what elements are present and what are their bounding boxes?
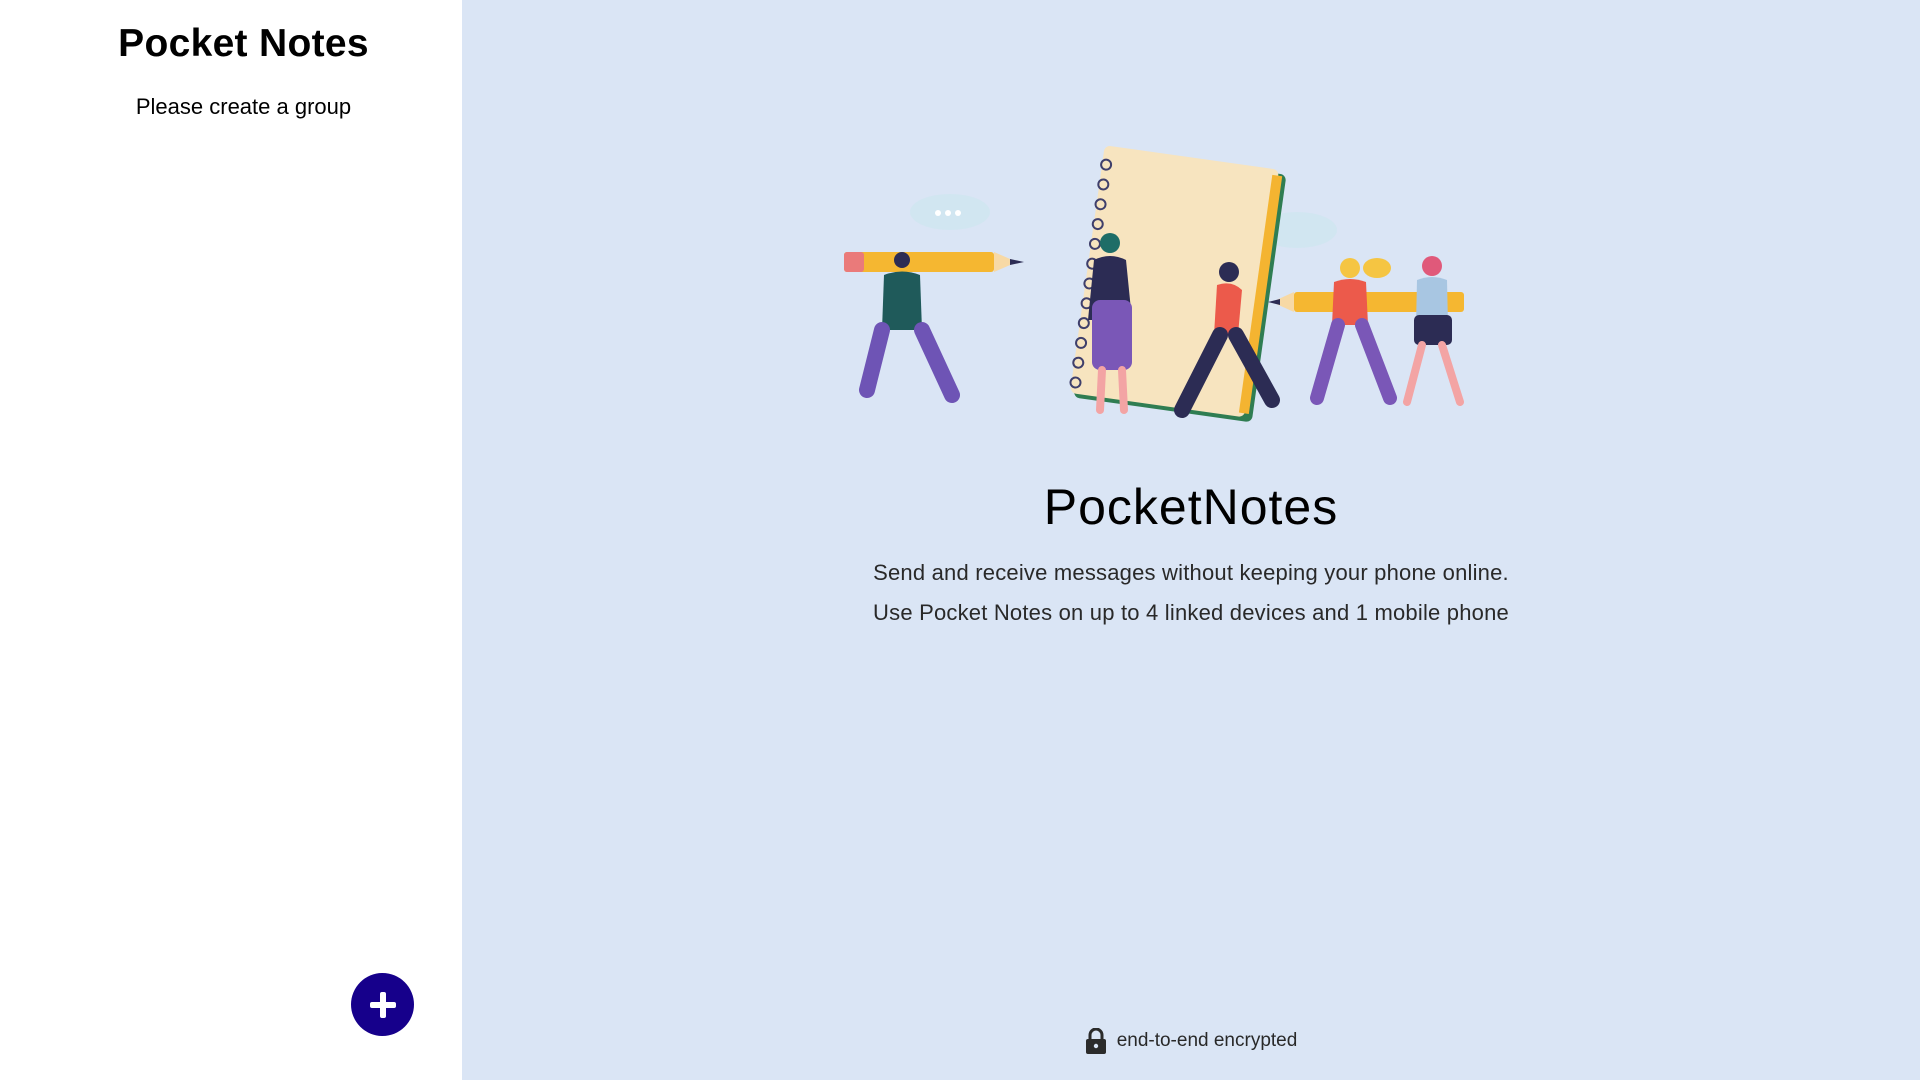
empty-groups-message: Please create a group <box>135 94 352 119</box>
lock-icon <box>1085 1028 1106 1054</box>
plus-icon <box>369 991 396 1018</box>
encryption-text: end-to-end encrypted <box>1116 1030 1298 1051</box>
sidebar-title: Pocket Notes <box>118 22 369 65</box>
add-group-button[interactable] <box>351 973 414 1036</box>
hero-illustration <box>844 146 1464 422</box>
app-name-heading: PocketNotes <box>1043 479 1339 535</box>
app-root: Pocket Notes Please create a group Pocke… <box>0 0 1920 1080</box>
tagline-line-2: Use Pocket Notes on up to 4 linked devic… <box>873 600 1509 625</box>
encryption-notice: end-to-end encrypted <box>462 1028 1920 1054</box>
tagline-line-1: Send and receive messages without keepin… <box>873 560 1509 585</box>
main-panel: PocketNotes Send and receive messages wi… <box>462 0 1920 1080</box>
sidebar: Pocket Notes Please create a group <box>0 0 462 1080</box>
